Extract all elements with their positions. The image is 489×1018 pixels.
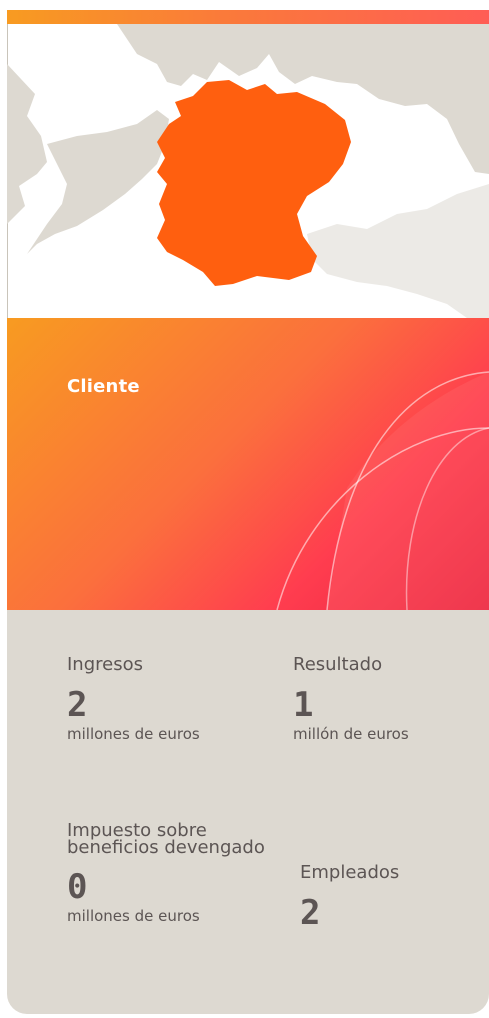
- stat-unit: millones de euros: [67, 907, 200, 925]
- map-land-west-coast: [27, 110, 169, 254]
- stat-unit: millones de euros: [67, 725, 200, 743]
- stat-value: 1: [293, 685, 314, 725]
- stat-ingresos: Ingresos 2 millones de euros: [67, 654, 200, 743]
- client-label: Cliente: [67, 376, 140, 397]
- stat-label: Empleados: [300, 862, 400, 883]
- country-map: [7, 24, 489, 318]
- stat-value: 2: [300, 893, 321, 933]
- stat-value: 0: [67, 867, 88, 907]
- stat-unit: millón de euros: [293, 725, 409, 743]
- stat-label: Resultado: [293, 654, 383, 675]
- financial-stats: Ingresos 2 millones de euros Resultado 1…: [7, 610, 489, 1014]
- top-accent-bar: [7, 10, 489, 24]
- stat-value: 2: [67, 685, 88, 725]
- stat-label: Ingresos: [67, 654, 143, 675]
- decorative-arcs: [276, 371, 489, 610]
- stat-label: Impuesto sobre beneficios devengado: [67, 820, 265, 858]
- map-land-east: [307, 184, 489, 318]
- stat-resultado: Resultado 1 millón de euros: [293, 654, 409, 743]
- client-section: Cliente: [7, 318, 489, 610]
- map-illustration: [7, 24, 489, 318]
- stat-empleados: Empleados 2: [300, 862, 400, 933]
- map-land-west: [7, 64, 47, 224]
- stat-impuesto: Impuesto sobre beneficios devengado 0 mi…: [67, 820, 267, 925]
